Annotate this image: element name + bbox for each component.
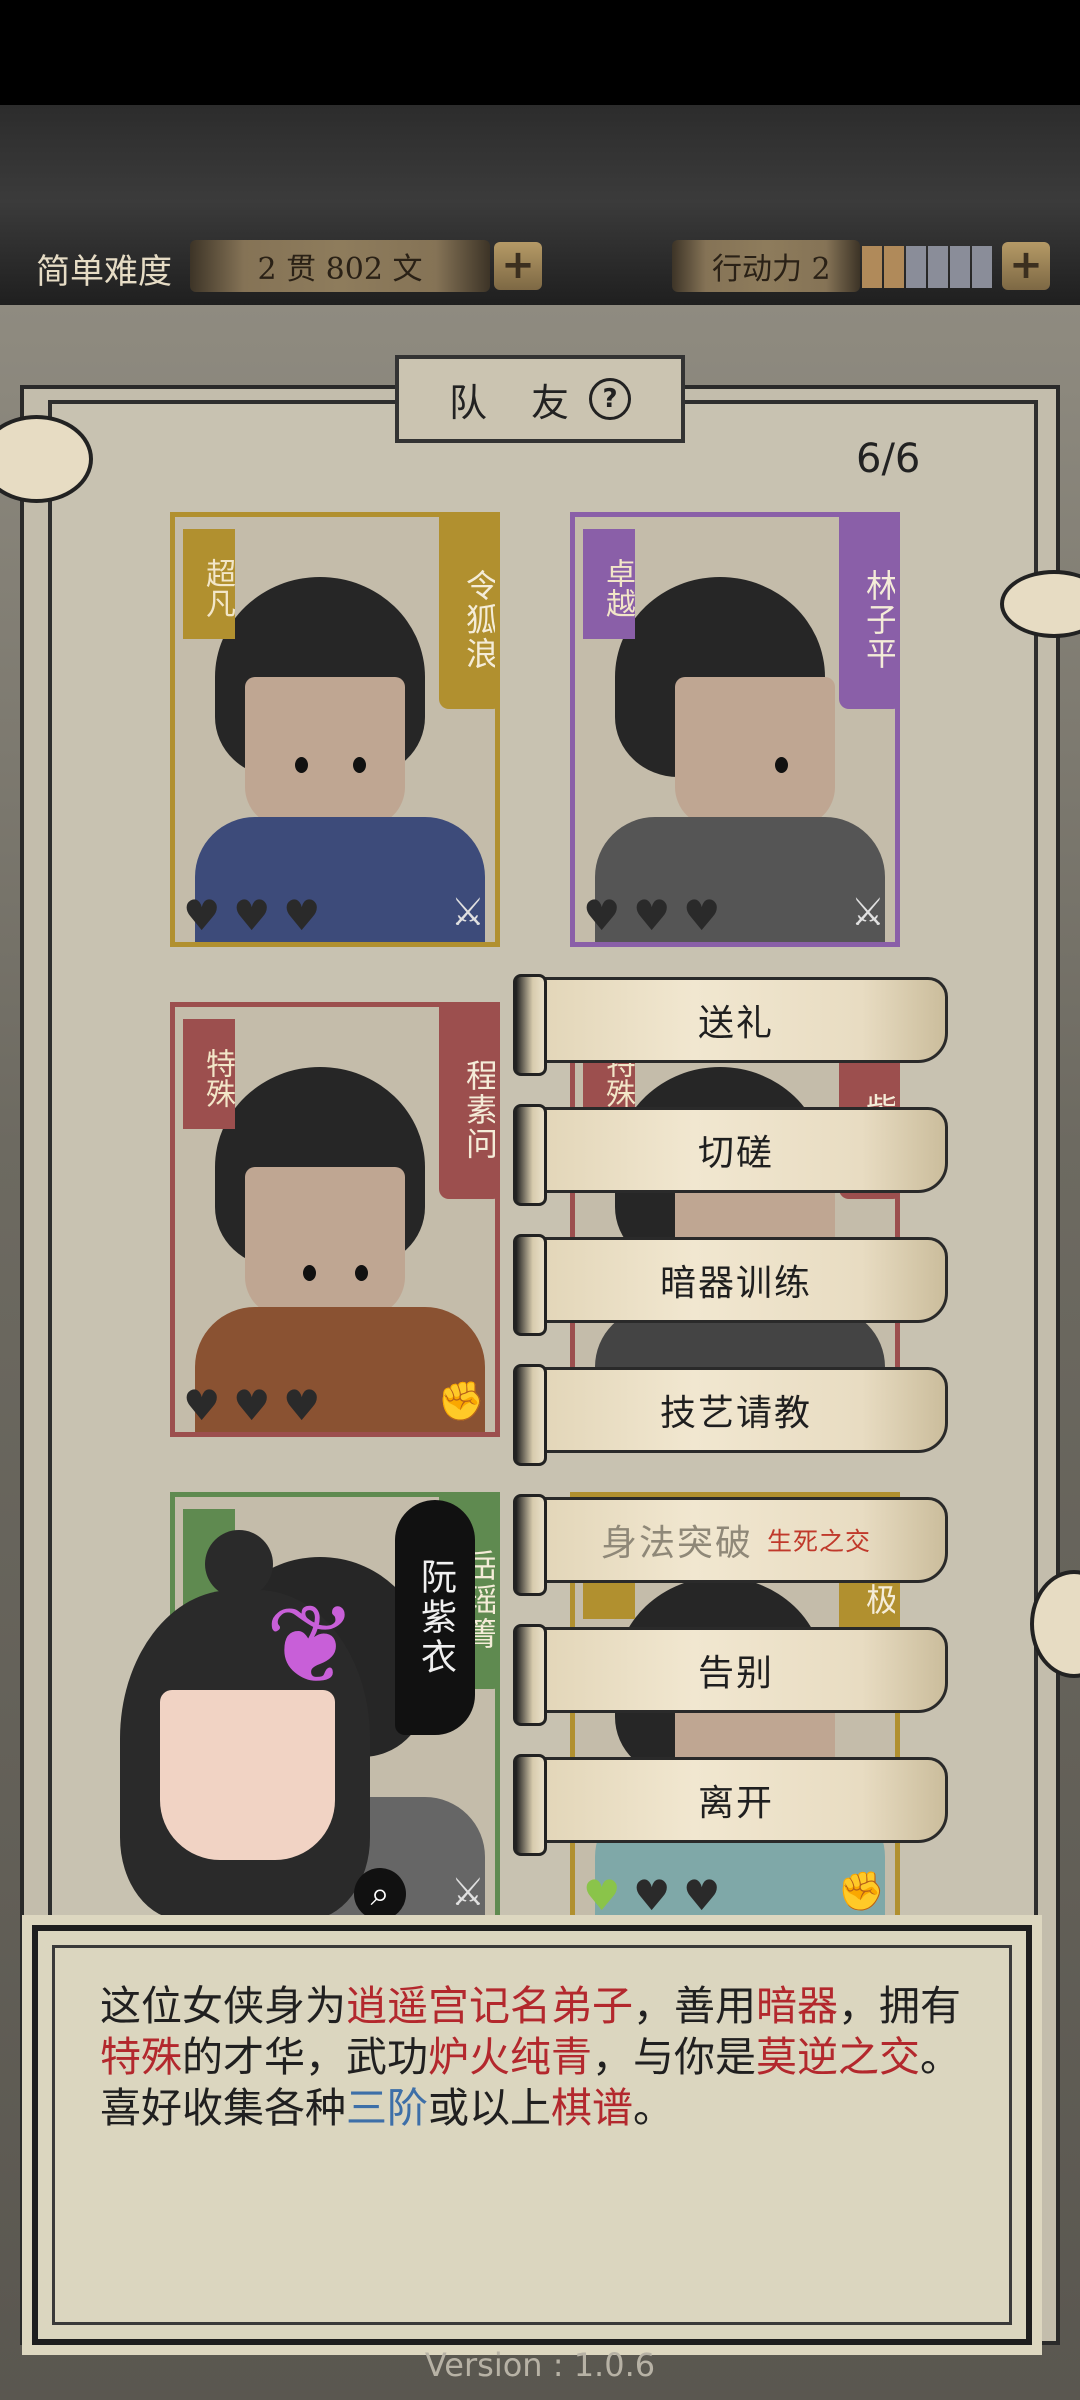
- portrait-face: [245, 677, 405, 827]
- movement-breakthrough-button[interactable]: 身法突破 生死之交: [513, 1494, 948, 1596]
- name-ribbon: 令狐浪: [439, 517, 495, 709]
- speaker-face: [160, 1690, 335, 1860]
- dialogue-text: ，拥有: [838, 1982, 961, 2030]
- sword-icon: ⚔: [450, 1870, 485, 1914]
- affection-hearts: ♥ ♥ ♥: [583, 891, 731, 940]
- action-points-label: 行动力 2: [712, 252, 831, 287]
- dialogue-highlight: 逍遥宫记名弟子: [346, 1982, 633, 2030]
- action-points-display: 行动力 2: [672, 240, 860, 292]
- sword-icon: ⚔: [450, 890, 485, 934]
- heart-icon: ♥: [683, 1871, 721, 1920]
- rank-tag: 超凡: [183, 529, 235, 639]
- dialogue-highlight: 暗器: [756, 1982, 838, 2030]
- dialogue-text: ，善用: [633, 1982, 756, 2030]
- rank-tag: 特殊: [183, 1019, 235, 1129]
- teammate-card[interactable]: 特殊 程素问 ♥ ♥ ♥ ✊: [170, 1002, 500, 1437]
- teammate-card[interactable]: 卓越 林子平 ♥ ♥ ♥ ⚔: [570, 512, 900, 947]
- heart-icon: ♥: [583, 1871, 621, 1920]
- dialogue-text: 的才华，武功: [182, 2033, 428, 2081]
- fist-icon: ✊: [437, 1379, 485, 1423]
- add-money-button[interactable]: +: [494, 242, 542, 290]
- stamina-segment: [928, 246, 948, 288]
- hidden-weapon-training-button[interactable]: 暗器训练: [513, 1234, 948, 1336]
- speaker-hair-bun: [205, 1530, 273, 1598]
- search-icon[interactable]: ⌕: [354, 1868, 406, 1920]
- heart-icon: ♥: [583, 891, 621, 940]
- eye: [353, 757, 366, 773]
- heart-icon: ♥: [683, 891, 721, 940]
- eye: [355, 1265, 368, 1281]
- eye: [303, 1265, 316, 1281]
- movement-requirement-note: 生死之交: [767, 1527, 872, 1556]
- help-icon[interactable]: ?: [589, 378, 632, 420]
- heart-icon: ♥: [233, 1381, 271, 1430]
- stamina-segment: [884, 246, 904, 288]
- speaker-name: 阮紫衣: [395, 1500, 475, 1735]
- movement-breakthrough-label: 身法突破: [600, 1523, 753, 1564]
- difficulty-label: 简单难度: [36, 252, 172, 292]
- version-label: Version : 1.0.6: [424, 2346, 656, 2384]
- teammate-count: 6/6: [856, 436, 921, 482]
- heart-icon: ♥: [633, 1871, 671, 1920]
- dialogue-highlight: 棋谱: [551, 2084, 633, 2132]
- farewell-button[interactable]: 告别: [513, 1624, 948, 1726]
- panel-title: 队 友: [448, 380, 586, 425]
- heart-icon: ♥: [633, 891, 671, 940]
- stamina-segment: [862, 246, 882, 288]
- dialogue-highlight: 莫逆之交: [756, 2033, 920, 2081]
- stamina-segment: [972, 246, 992, 288]
- dialogue-text: 这位女侠身为: [100, 1982, 346, 2030]
- affection-hearts: ♥ ♥ ♥: [183, 891, 331, 940]
- money-display: 2 贯 802 文: [190, 240, 490, 292]
- spar-button[interactable]: 切磋: [513, 1104, 948, 1206]
- portrait-face: [675, 677, 835, 827]
- heart-icon: ♥: [233, 891, 271, 940]
- name-ribbon: 林子平: [839, 517, 895, 709]
- name-ribbon: 程素问: [439, 1007, 495, 1199]
- dialogue-highlight: 特殊: [100, 2033, 182, 2081]
- affection-hearts: ♥ ♥ ♥: [183, 1381, 331, 1430]
- eye: [775, 757, 788, 773]
- portrait-face: [245, 1167, 405, 1317]
- sword-icon: ⚔: [850, 890, 885, 934]
- teammate-card[interactable]: 超凡 令狐浪 ♥ ♥ ♥ ⚔: [170, 512, 500, 947]
- heart-icon: ♥: [183, 1381, 221, 1430]
- fist-icon: ✊: [837, 1869, 885, 1913]
- dialogue-box: 这位女侠身为逍遥宫记名弟子，善用暗器，拥有特殊的才华，武功炉火纯青，与你是莫逆之…: [22, 1915, 1042, 2355]
- status-bar-area: [0, 0, 1080, 105]
- leave-button[interactable]: 离开: [513, 1754, 948, 1856]
- speaker-portrait: ❦: [100, 1530, 400, 1925]
- eye: [295, 757, 308, 773]
- affection-hearts: ♥ ♥ ♥: [583, 1871, 731, 1920]
- dialogue-text: 。: [633, 2084, 674, 2132]
- dialogue-highlight: 三阶: [346, 2084, 428, 2132]
- stamina-segment: [950, 246, 970, 288]
- butterfly-hairpin-icon: ❦: [265, 1581, 358, 1709]
- skill-instruction-button[interactable]: 技艺请教: [513, 1364, 948, 1466]
- stamina-segment: [906, 246, 926, 288]
- gift-button[interactable]: 送礼: [513, 974, 948, 1076]
- dialogue-highlight: 炉火纯青: [428, 2033, 592, 2081]
- dialogue-text: 或以上: [428, 2084, 551, 2132]
- heart-icon: ♥: [183, 891, 221, 940]
- dialogue-text: ，与你是: [592, 2033, 756, 2081]
- rank-tag: 卓越: [583, 529, 635, 639]
- panel-title-tab: 队 友 ?: [395, 355, 685, 443]
- add-action-button[interactable]: +: [1002, 242, 1050, 290]
- heart-icon: ♥: [283, 1381, 321, 1430]
- heart-icon: ♥: [283, 891, 321, 940]
